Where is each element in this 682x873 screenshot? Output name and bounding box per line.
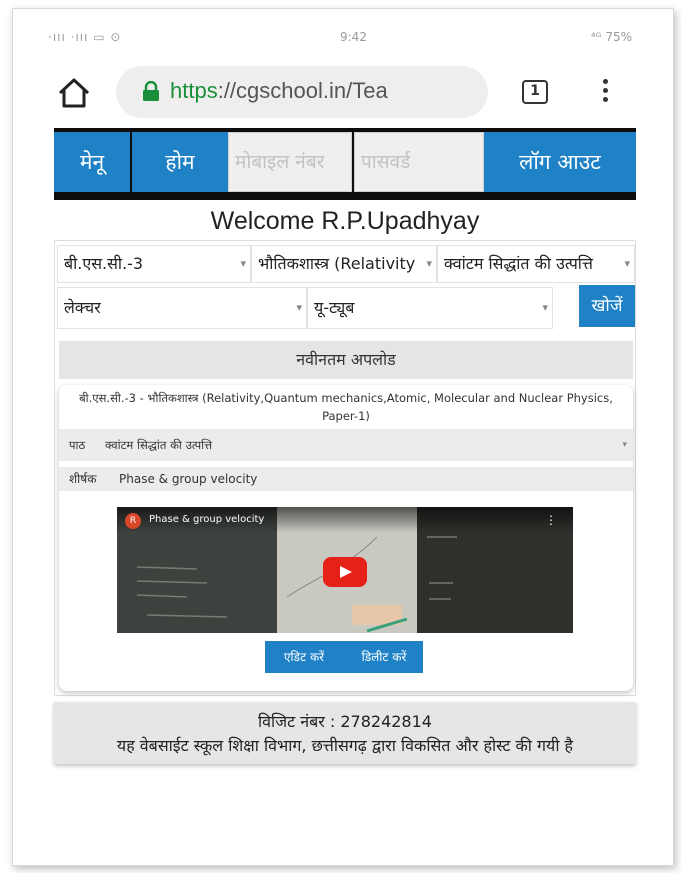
latest-uploads-heading: नवीनतम अपलोड: [59, 341, 633, 379]
logout-button[interactable]: लॉग आउट: [484, 132, 636, 192]
tab-switcher-button[interactable]: 1: [522, 80, 548, 104]
youtube-play-icon[interactable]: [323, 557, 367, 587]
class-select[interactable]: बी.एस.सी.-3 ▾: [57, 245, 251, 283]
action-buttons: एडिट करें डिलीट करें: [265, 641, 423, 673]
chevron-down-icon: ▾: [296, 301, 302, 314]
browser-toolbar: https://cgschool.in/Tea 1: [40, 66, 640, 120]
source-select[interactable]: यू-ट्यूब ▾: [307, 287, 553, 329]
chevron-down-icon: ▾: [622, 440, 627, 450]
site-footer: विजिट नंबर : 278242814 यह वेबसाईट स्कूल …: [54, 702, 636, 764]
url-rest: ://cgschool.in/Tea: [217, 78, 388, 103]
url-text: https://cgschool.in/Tea: [170, 78, 388, 104]
delete-button[interactable]: डिलीट करें: [345, 641, 423, 673]
class-select-value: बी.एस.सी.-3: [64, 254, 144, 273]
chevron-down-icon: ▾: [542, 301, 548, 314]
site-navbar: मेनू होम मोबाइल नंबर पासवर्ड लॉग आउट: [54, 128, 636, 200]
upload-card: बी.एस.सी.-3 - भौतिकशास्त्र (Relativity,Q…: [59, 385, 633, 691]
channel-avatar: R: [125, 513, 141, 529]
footer-credit: यह वेबसाईट स्कूल शिक्षा विभाग, छत्तीसगढ़…: [116, 736, 574, 755]
source-value: यू-ट्यूब: [314, 298, 355, 317]
youtube-video-player[interactable]: R Phase & group velocity ⋮: [117, 507, 573, 633]
edit-button[interactable]: एडिट करें: [265, 641, 343, 673]
content-panel: बी.एस.सी.-3 ▾ भौतिकशास्त्र (Relativity ▾…: [54, 240, 636, 696]
address-bar[interactable]: https://cgschool.in/Tea: [116, 66, 488, 118]
nav-menu-button[interactable]: मेनू: [54, 132, 130, 192]
nav-home-link[interactable]: होम: [132, 132, 228, 192]
password-field[interactable]: पासवर्ड: [354, 132, 484, 192]
url-scheme: https: [170, 78, 218, 103]
visit-counter: विजिट नंबर : 278242814: [258, 712, 432, 731]
chevron-down-icon: ▾: [426, 257, 432, 270]
chevron-down-icon: ▾: [624, 257, 630, 270]
subject-select[interactable]: भौतिकशास्त्र (Relativity ▾: [251, 245, 437, 283]
welcome-heading: Welcome R.P.Upadhyay: [210, 207, 480, 235]
status-battery: ⁴ᴳ 75%: [590, 30, 632, 44]
lesson-label: पाठ: [69, 438, 86, 452]
title-label: शीर्षक: [69, 472, 97, 486]
search-button[interactable]: खोजें: [579, 285, 635, 327]
more-vert-icon[interactable]: [600, 76, 610, 108]
content-type-select[interactable]: लेक्चर ▾: [57, 287, 307, 329]
status-signal: ·ııı ·ııı ▭ ⊙: [48, 30, 122, 44]
topic-select-value: क्वांटम सिद्धांत की उत्पत्ति: [444, 254, 593, 273]
lesson-select[interactable]: पाठ क्वांटम सिद्धांत की उत्पत्ति ▾: [59, 429, 633, 461]
status-time: 9:42: [340, 30, 367, 44]
title-value: Phase & group velocity: [119, 472, 258, 486]
content-type-value: लेक्चर: [64, 298, 101, 317]
title-row: शीर्षक Phase & group velocity: [59, 467, 633, 491]
topic-select[interactable]: क्वांटम सिद्धांत की उत्पत्ति ▾: [437, 245, 635, 283]
subject-select-value: भौतिकशास्त्र (Relativity: [258, 254, 416, 273]
mobile-number-field[interactable]: मोबाइल नंबर: [228, 132, 352, 192]
lock-icon: [142, 80, 160, 101]
course-description: बी.एस.सी.-3 - भौतिकशास्त्र (Relativity,Q…: [79, 391, 613, 423]
lesson-value: क्वांटम सिद्धांत की उत्पत्ति: [105, 438, 213, 452]
status-bar: ·ııı ·ııı ▭ ⊙ 9:42 ⁴ᴳ 75%: [40, 30, 640, 46]
chevron-down-icon: ▾: [240, 257, 246, 270]
home-icon[interactable]: [56, 76, 92, 110]
video-title[interactable]: Phase & group velocity: [149, 514, 264, 525]
video-more-icon[interactable]: ⋮: [545, 513, 557, 527]
